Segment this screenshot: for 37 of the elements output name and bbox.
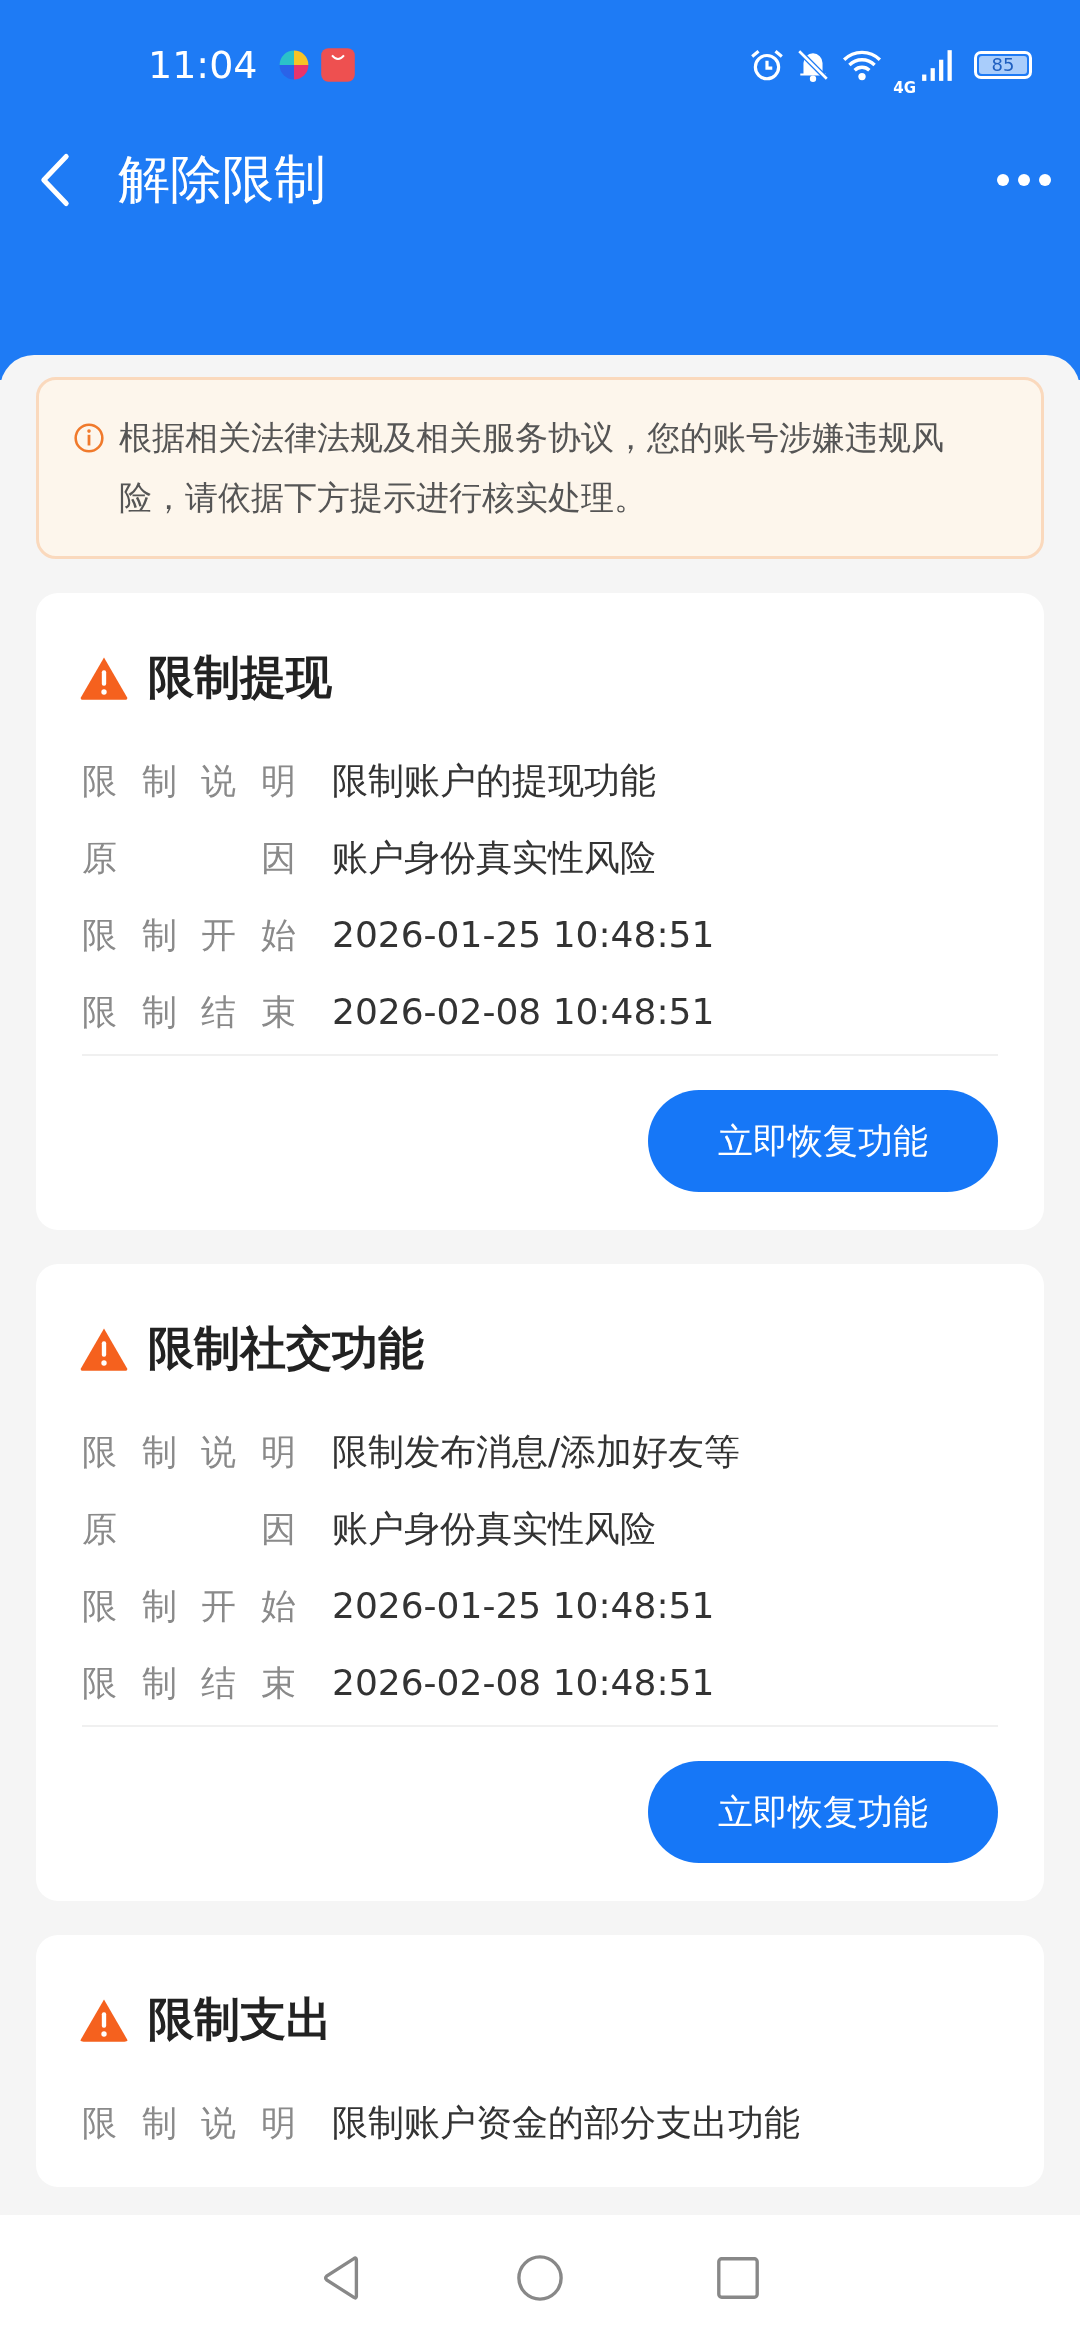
- warning-icon: [78, 655, 130, 701]
- battery-indicator: 85: [974, 51, 1032, 79]
- field-value: 2026-02-08 10:48:51: [332, 1661, 715, 1705]
- warning-icon: [78, 1326, 130, 1372]
- back-icon[interactable]: [38, 152, 72, 208]
- network-type: 4G: [893, 79, 916, 97]
- field-label: 限制结束: [82, 1662, 296, 1705]
- warning-icon: [78, 1997, 130, 2043]
- field-value: 2026-02-08 10:48:51: [332, 990, 715, 1034]
- status-time: 11:04: [148, 43, 258, 87]
- field-value: 账户身份真实性风险: [332, 836, 656, 880]
- field-label: 限制开始: [82, 1585, 296, 1628]
- field-label: 限制说明: [82, 1431, 296, 1474]
- field-label: 原因: [82, 1508, 296, 1551]
- restriction-title: 限制支出: [148, 1991, 332, 2048]
- info-icon: [73, 422, 105, 454]
- field-value: 账户身份真实性风险: [332, 1507, 656, 1551]
- notice-text: 根据相关法律法规及相关服务协议，您的账号涉嫌违规风险，请依据下方提示进行核实处理。: [119, 418, 945, 519]
- field-label: 限制说明: [82, 760, 296, 803]
- field-label: 限制结束: [82, 991, 296, 1034]
- alarm-icon: [749, 47, 786, 83]
- home-nav-icon[interactable]: [516, 2253, 564, 2302]
- page-title: 解除限制: [118, 148, 327, 211]
- field-value: 限制账户的提现功能: [332, 759, 656, 803]
- restore-button[interactable]: 立即恢复功能: [648, 1090, 998, 1192]
- field-value: 限制账户资金的部分支出功能: [332, 2101, 800, 2145]
- field-label: 原因: [82, 837, 296, 880]
- restore-button[interactable]: 立即恢复功能: [648, 1761, 998, 1863]
- restriction-title: 限制提现: [148, 649, 332, 706]
- shopping-bag-app-icon: [319, 47, 356, 83]
- field-label: 限制开始: [82, 914, 296, 957]
- field-label: 限制说明: [82, 2102, 296, 2145]
- field-value: 限制发布消息/添加好友等: [332, 1430, 741, 1474]
- field-value: 2026-01-25 10:48:51: [332, 913, 715, 957]
- field-value: 2026-01-25 10:48:51: [332, 1584, 715, 1628]
- more-icon[interactable]: [996, 173, 1052, 187]
- restriction-title: 限制社交功能: [148, 1320, 424, 1377]
